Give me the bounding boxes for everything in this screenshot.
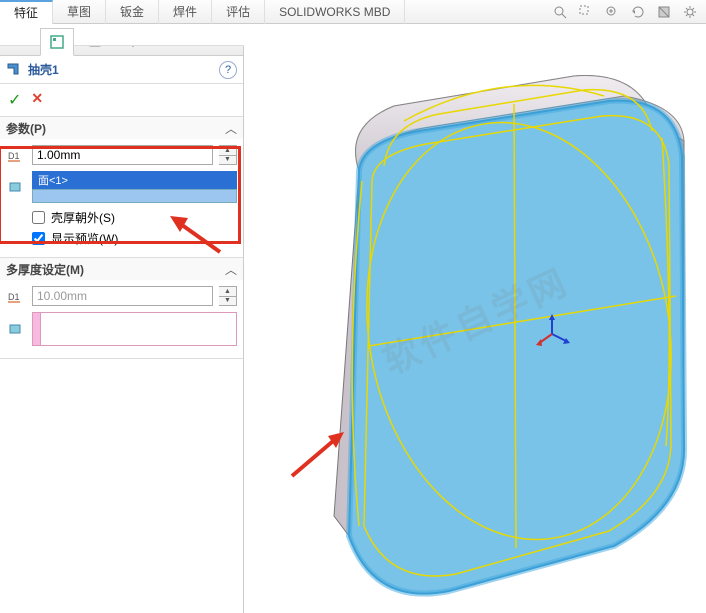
multi-faces-list[interactable]	[32, 312, 237, 346]
shell-outward-checkbox[interactable]: 壳厚朝外(S)	[32, 209, 237, 226]
show-preview-label: 显示预览(W)	[51, 230, 118, 247]
thickness-row: D1 ▲▼	[6, 145, 237, 165]
panel-tab-property[interactable]	[40, 28, 74, 56]
multi-faces-row	[6, 312, 237, 346]
ok-button[interactable]: ✓	[8, 90, 21, 110]
multi-thickness-spinner[interactable]: ▲▼	[219, 286, 237, 306]
confirm-row: ✓ ✕	[0, 84, 243, 117]
zoom-area-icon[interactable]	[578, 4, 594, 20]
spinner-down-icon[interactable]: ▼	[219, 297, 236, 306]
feature-name: 抽壳1	[28, 61, 219, 78]
tab-sheetmetal[interactable]: 钣金	[106, 0, 159, 24]
chevron-up-icon: ︿	[225, 120, 237, 137]
show-preview-checkbox[interactable]: 显示预览(W)	[32, 230, 237, 247]
model-view[interactable]	[244, 46, 704, 606]
section-parameters-header[interactable]: 参数(P) ︿	[0, 117, 243, 139]
faces-to-remove-list[interactable]: 面<1>	[32, 171, 237, 203]
view-toolbar	[552, 4, 706, 20]
shell-outward-input[interactable]	[32, 211, 45, 224]
spinner-up-icon[interactable]: ▲	[219, 146, 236, 156]
thickness-input[interactable]	[32, 145, 213, 165]
section-parameters: 参数(P) ︿ D1 ▲▼ 面<1> 壳厚朝外	[0, 117, 243, 258]
multi-thickness-input[interactable]	[32, 286, 213, 306]
feature-header: 抽壳1 ?	[0, 56, 243, 84]
faces-row: 面<1>	[6, 171, 237, 203]
settings-icon[interactable]	[682, 4, 698, 20]
cancel-button[interactable]: ✕	[31, 90, 43, 110]
section-multi-title: 多厚度设定(M)	[6, 261, 84, 278]
multi-thickness-row: D1 ▲▼	[6, 286, 237, 306]
section-parameters-title: 参数(P)	[6, 120, 46, 137]
graphics-viewport[interactable]: 软件自学网	[244, 24, 706, 613]
face-list-empty-row[interactable]	[32, 189, 237, 203]
zoom-fit-icon[interactable]	[552, 4, 568, 20]
tab-weldment[interactable]: 焊件	[159, 0, 212, 24]
svg-text:D1: D1	[8, 151, 20, 161]
rotate-icon[interactable]	[630, 4, 646, 20]
origin-triad-icon	[532, 314, 572, 354]
help-icon[interactable]: ?	[219, 61, 237, 79]
shell-outward-label: 壳厚朝外(S)	[51, 209, 115, 226]
chevron-up-icon: ︿	[225, 261, 237, 278]
zoom-in-icon[interactable]	[604, 4, 620, 20]
section-view-icon[interactable]	[656, 4, 672, 20]
face-select-icon	[6, 319, 26, 339]
show-preview-input[interactable]	[32, 232, 45, 245]
tab-feature[interactable]: 特征	[0, 0, 53, 24]
spinner-down-icon[interactable]: ▼	[219, 156, 236, 165]
svg-text:D1: D1	[8, 292, 20, 302]
dim-d1-icon: D1	[6, 286, 26, 306]
spinner-up-icon[interactable]: ▲	[219, 287, 236, 297]
face-select-icon	[6, 177, 26, 197]
section-multi-header[interactable]: 多厚度设定(M) ︿	[0, 258, 243, 280]
thickness-spinner[interactable]: ▲▼	[219, 145, 237, 165]
dim-d1-icon: D1	[6, 145, 26, 165]
property-manager-panel: 抽壳1 ? ✓ ✕ 参数(P) ︿ D1 ▲▼ 面<	[0, 24, 244, 613]
shell-icon	[6, 62, 22, 78]
face-item[interactable]: 面<1>	[32, 171, 237, 189]
section-multi-thickness: 多厚度设定(M) ︿ D1 ▲▼	[0, 258, 243, 359]
tab-sketch[interactable]: 草图	[53, 0, 106, 24]
